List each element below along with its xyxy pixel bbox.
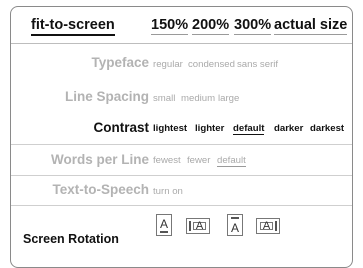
landscape-left-glyph: A: [193, 220, 206, 231]
zoom-200[interactable]: 200%: [192, 17, 230, 35]
zoom-fit-to-screen[interactable]: fit-to-screen: [31, 17, 115, 36]
line-spacing-medium[interactable]: medium: [181, 93, 215, 104]
portrait-upside-down-icon[interactable]: A: [227, 214, 243, 236]
typeface-condensed[interactable]: condensed: [188, 59, 235, 70]
words-per-line-fewest[interactable]: fewest: [153, 155, 181, 166]
contrast-darker[interactable]: darker: [274, 123, 303, 134]
line-spacing-row: Line Spacing small medium large: [11, 88, 352, 113]
zoom-bar: fit-to-screen 150% 200% 300% actual size: [11, 7, 352, 44]
contrast-default[interactable]: default: [233, 123, 265, 135]
portrait-upside-down-glyph: A: [230, 221, 239, 235]
zoom-150[interactable]: 150%: [151, 17, 189, 35]
contrast-label: Contrast: [93, 120, 149, 135]
contrast-darkest[interactable]: darkest: [310, 123, 344, 134]
words-per-line-label: Words per Line: [50, 152, 149, 167]
landscape-left-icon[interactable]: A: [186, 218, 210, 234]
line-spacing-label: Line Spacing: [64, 89, 149, 104]
line-spacing-large[interactable]: large: [218, 93, 239, 104]
landscape-right-icon[interactable]: A: [256, 218, 280, 234]
text-to-speech-label: Text-to-Speech: [52, 182, 149, 197]
contrast-row: Contrast lightest lighter default darker…: [11, 118, 352, 145]
line-spacing-small[interactable]: small: [153, 93, 175, 104]
portrait-glyph: A: [159, 217, 168, 231]
words-per-line-fewer[interactable]: fewer: [187, 155, 210, 166]
text-to-speech-row: Text-to-Speech turn on: [11, 175, 352, 206]
words-per-line-default[interactable]: default: [217, 155, 246, 167]
landscape-right-glyph: A: [260, 220, 273, 231]
contrast-lightest[interactable]: lightest: [153, 123, 187, 134]
portrait-icon[interactable]: A: [156, 214, 172, 236]
text-settings-panel: fit-to-screen 150% 200% 300% actual size…: [10, 6, 353, 268]
words-per-line-row: Words per Line fewest fewer default: [11, 144, 352, 176]
zoom-actual-size[interactable]: actual size: [274, 17, 348, 35]
typeface-label: Typeface: [91, 55, 149, 70]
typeface-regular[interactable]: regular: [153, 59, 183, 70]
typeface-sans-serif[interactable]: sans serif: [237, 59, 278, 70]
screen-rotation-label: Screen Rotation: [23, 232, 119, 246]
zoom-300[interactable]: 300%: [234, 17, 272, 35]
contrast-lighter[interactable]: lighter: [195, 123, 224, 134]
typeface-row: Typeface regular condensed sans serif: [11, 54, 352, 79]
text-to-speech-turn-on[interactable]: turn on: [153, 186, 183, 197]
